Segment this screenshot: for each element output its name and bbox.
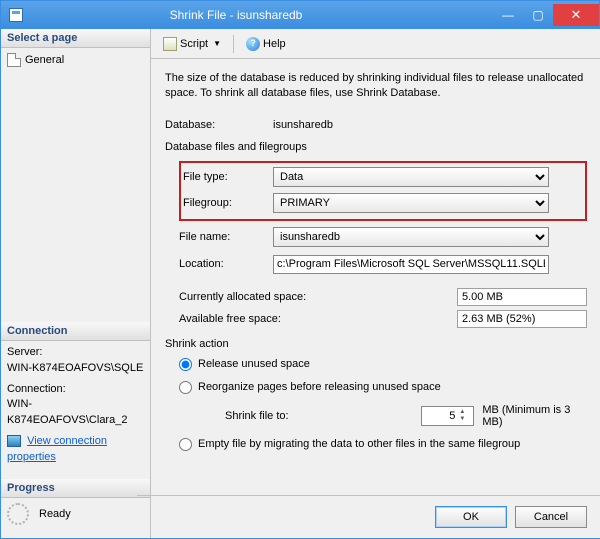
close-button[interactable]: ✕ [553,4,599,26]
select-page-header: Select a page [1,29,150,48]
radio-reorganize-label: Reorganize pages before releasing unused… [198,381,441,393]
progress-status-label: Ready [39,508,71,520]
progress-header: Progress [1,479,150,498]
connection-header: Connection [1,322,150,341]
maximize-button[interactable]: ▢ [523,4,553,26]
radio-release-label: Release unused space [198,358,310,370]
help-label: Help [263,38,286,50]
shrink-to-spinner[interactable]: 5 ▲▼ [421,406,474,426]
connection-value: WIN-K874EOAFOVS\Clara_2 [7,397,144,428]
view-conn-label: View connection properties [7,435,107,462]
toolbar: Script ▼ ? Help [151,29,600,59]
page-item-general[interactable]: General [7,52,144,68]
radio-release-unused[interactable] [179,358,192,371]
progress-status: Ready [7,502,144,526]
file-name-label: File name: [179,231,273,243]
shrink-to-suffix: MB (Minimum is 3 MB) [482,404,587,428]
ok-button[interactable]: OK [435,506,507,528]
file-type-label: File type: [183,171,273,183]
database-label: Database: [165,119,269,131]
progress-ring-icon [7,503,29,525]
free-label: Available free space: [179,313,457,325]
file-type-select[interactable]: Data [273,167,549,187]
filegroup-label: Filegroup: [183,197,273,209]
location-value[interactable] [273,255,549,274]
shrink-action-label: Shrink action [165,338,587,350]
location-label: Location: [179,258,273,270]
help-icon: ? [246,37,260,51]
app-icon [9,8,23,22]
script-label: Script [180,38,208,50]
window-title: Shrink File - isunsharedb [0,8,493,22]
spinner-up-icon[interactable]: ▲ [459,409,471,416]
filegroups-label: Database files and filegroups [165,141,587,153]
alloc-label: Currently allocated space: [179,291,457,303]
filegroup-select[interactable]: PRIMARY [273,193,549,213]
description-text: The size of the database is reduced by s… [165,71,587,101]
server-value: WIN-K874EOAFOVS\SQLEXPRE [7,361,144,376]
radio-empty-label: Empty file by migrating the data to othe… [198,438,520,450]
script-icon [163,37,177,51]
toolbar-separator [233,35,234,53]
spinner-down-icon[interactable]: ▼ [459,416,471,423]
page-item-label: General [25,54,64,66]
left-panel: Select a page General Connection Server:… [1,29,151,538]
view-connection-properties-link[interactable]: View connection properties [7,434,144,465]
database-value [269,117,587,133]
main-form: The size of the database is reduced by s… [151,59,600,489]
highlight-box: File type: Data Filegroup: PRIMARY [179,161,587,221]
free-value: 2.63 MB (52%) [457,310,587,328]
alloc-value: 5.00 MB [457,288,587,306]
server-label: Server: [7,345,144,360]
shrink-to-label: Shrink file to: [225,410,413,422]
button-bar: OK Cancel [151,496,600,538]
script-button[interactable]: Script ▼ [159,35,225,53]
shrink-to-value: 5 [424,410,459,422]
page-icon [7,53,21,67]
minimize-button[interactable]: — [493,4,523,26]
connection-icon [7,435,21,447]
help-button[interactable]: ? Help [242,35,290,53]
connection-label: Connection: [7,382,144,397]
file-name-select[interactable]: isunsharedb [273,227,549,247]
radio-reorganize[interactable] [179,381,192,394]
chevron-down-icon: ▼ [213,39,221,48]
radio-empty-file[interactable] [179,438,192,451]
cancel-button[interactable]: Cancel [515,506,587,528]
titlebar[interactable]: Shrink File - isunsharedb — ▢ ✕ [1,1,599,29]
